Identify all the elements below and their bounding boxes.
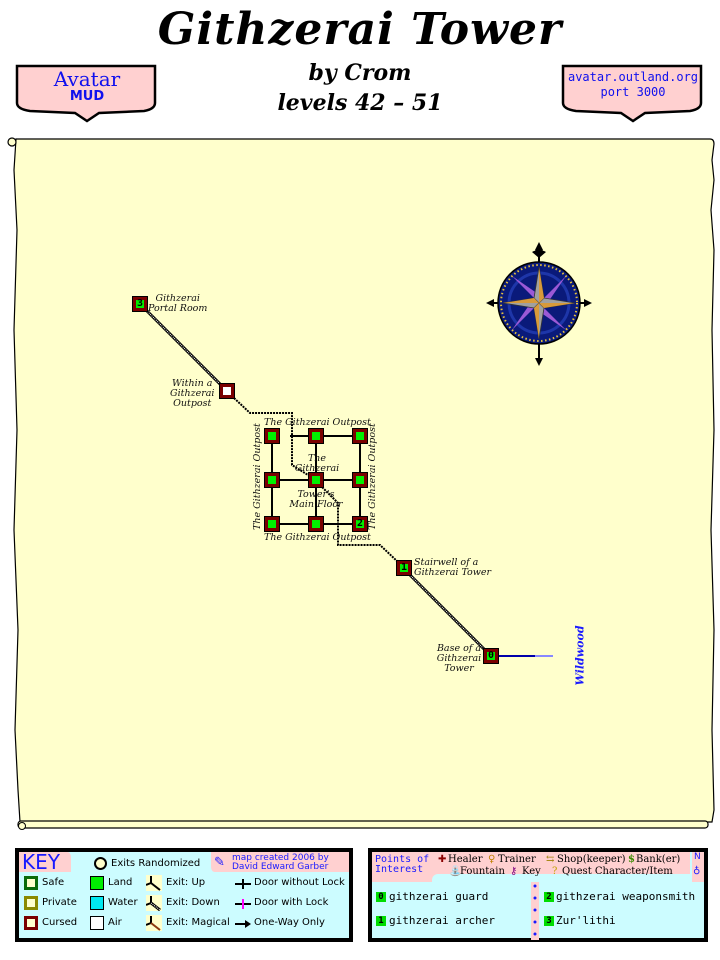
- label-outpost-top: The Githzerai Outpost: [264, 417, 371, 428]
- room-main-floor[interactable]: [308, 472, 324, 488]
- key-door-no-lock: Door without Lock: [254, 877, 345, 888]
- room-portal-room[interactable]: 3: [132, 296, 148, 312]
- room-outpost-e[interactable]: [352, 472, 368, 488]
- room-outpost-se[interactable]: 2: [352, 516, 368, 532]
- map-parchment: 3 Githzerai Portal Room Within a Githzer…: [0, 130, 720, 840]
- compass-rose-icon: [486, 242, 592, 366]
- poi-number-badge: 3: [544, 916, 554, 926]
- label-outpost-bottom: The Githzerai Outpost: [264, 532, 371, 543]
- key-air: Air: [108, 917, 122, 928]
- room-outpost-nw[interactable]: [264, 428, 280, 444]
- shop-icon: ⇆: [546, 854, 555, 865]
- key-title: KEY: [22, 850, 60, 874]
- door-no-lock-icon: [235, 879, 251, 889]
- avatar-mud-badge: Avatar MUD: [14, 63, 160, 125]
- key-private: Private: [42, 897, 77, 908]
- label-main-floor-top: The Githzerai: [294, 453, 340, 474]
- poi-entry-0: githzerai guard: [389, 890, 489, 903]
- north-letter: N: [694, 852, 701, 862]
- room-outpost-s[interactable]: [308, 516, 324, 532]
- key-legend: KEY Exits Randomized ✎ map created 2006 …: [15, 848, 353, 942]
- poi-entry-1: githzerai archer: [389, 914, 495, 927]
- one-way-arrow-icon: [235, 920, 251, 928]
- label-outpost-right: The Githzerai Outpost: [367, 423, 378, 530]
- room-outpost-n[interactable]: [308, 428, 324, 444]
- land-swatch: [90, 876, 104, 890]
- poi-entry-3: Zur'lithi: [556, 914, 616, 927]
- north-arrow-icon: ♁: [693, 865, 701, 876]
- trainer-icon: ♀: [488, 854, 496, 865]
- healer-icon: ✚: [438, 854, 447, 865]
- poi-key: Key: [522, 866, 541, 877]
- key-icon: ⚷: [510, 866, 518, 877]
- poi-number-badge: 2: [544, 892, 554, 902]
- label-portal-room: Githzerai Portal Room: [148, 293, 208, 314]
- poi-divider: [531, 882, 539, 940]
- area-exit-wildwood[interactable]: Wildwood: [574, 625, 587, 685]
- server-host: avatar.outland.org: [567, 70, 699, 84]
- poi-number-badge: 1: [376, 916, 386, 926]
- poi-entry-2: githzerai weaponsmith: [556, 890, 696, 903]
- badge-mud-text: MUD: [69, 89, 105, 104]
- room-outpost-ne[interactable]: [352, 428, 368, 444]
- room-stairwell[interactable]: 1: [396, 560, 412, 576]
- label-main-floor-bottom: Tower's Main Floor: [289, 489, 343, 510]
- key-one-way: One-Way Only: [254, 917, 325, 928]
- key-door-lock: Door with Lock: [254, 897, 329, 908]
- private-swatch: [24, 896, 38, 910]
- water-swatch: [90, 896, 104, 910]
- server-address-badge: avatar.outland.org port 3000: [560, 63, 706, 125]
- exit-magical-icon: [146, 915, 162, 931]
- cursed-swatch: [24, 916, 38, 930]
- poi-quest: Quest Character/Item: [562, 866, 673, 877]
- safe-swatch: [24, 876, 38, 890]
- poi-shop: Shop(keeper): [557, 854, 626, 865]
- poi-title: Points of Interest: [375, 854, 430, 875]
- key-cursed: Cursed: [42, 917, 78, 928]
- door-lock-icon: [235, 899, 251, 909]
- key-exit-magical: Exit: Magical: [166, 917, 230, 928]
- air-swatch: [90, 916, 104, 930]
- bank-icon: $: [628, 854, 635, 865]
- room-outpost-w[interactable]: [264, 472, 280, 488]
- poi-fountain: Fountain: [460, 866, 505, 877]
- key-land: Land: [108, 877, 133, 888]
- quest-icon: ?: [552, 866, 558, 877]
- room-outpost-sw[interactable]: [264, 516, 280, 532]
- exit-down-icon: [146, 895, 162, 911]
- key-safe: Safe: [42, 877, 65, 888]
- key-exits-randomized: Exits Randomized: [111, 858, 201, 869]
- poi-number-badge: 0: [376, 892, 386, 902]
- points-of-interest-legend: Points of Interest ✚ Healer ♀ Trainer ⇆ …: [368, 848, 708, 942]
- label-stairwell: Stairwell of a Githzerai Tower: [414, 557, 492, 578]
- key-exit-down: Exit: Down: [166, 897, 220, 908]
- scroll-quill-icon: ✎: [214, 855, 225, 870]
- map-title: Githzerai Tower: [157, 4, 563, 55]
- poi-trainer: Trainer: [498, 854, 536, 865]
- room-within-outpost[interactable]: [219, 383, 235, 399]
- exits-randomized-icon: [94, 857, 107, 870]
- key-water: Water: [108, 897, 138, 908]
- room-base[interactable]: 0: [483, 648, 499, 664]
- badge-avatar-text: Avatar: [53, 67, 121, 91]
- label-outpost-left: The Githzerai Outpost: [252, 423, 263, 530]
- key-exit-up: Exit: Up: [166, 877, 206, 888]
- server-port: port 3000: [600, 85, 666, 99]
- label-within-outpost: Within a Githzerai Outpost: [170, 378, 215, 409]
- key-credit: map created 2006 by David Edward Garber: [232, 853, 329, 872]
- poi-healer: Healer: [448, 854, 483, 865]
- exit-up-icon: [146, 875, 162, 891]
- poi-bank: Bank(er): [636, 854, 681, 865]
- label-base: Base of a Githzerai Tower: [436, 643, 482, 674]
- compass-mini: N ♁: [692, 852, 704, 882]
